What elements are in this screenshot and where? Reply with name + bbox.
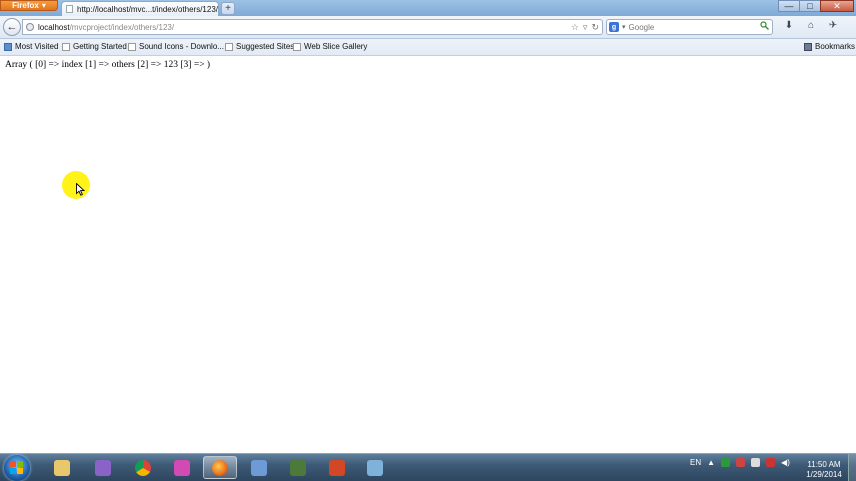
tab-title: http://localhost/mvc...t/index/others/12…	[77, 4, 218, 14]
bookmark-web-slice-gallery[interactable]: Web Slice Gallery	[293, 42, 367, 51]
bookmark-suggested-sites[interactable]: Suggested Sites	[225, 42, 294, 51]
language-indicator[interactable]: EN	[690, 458, 701, 467]
taskbar-app-virtualbox[interactable]	[242, 456, 276, 479]
bookmark-sound-icons[interactable]: Sound Icons - Downlo...	[128, 42, 224, 51]
bookmark-label: Getting Started	[73, 42, 127, 51]
url-actions: ☆ ▿ ↻	[571, 20, 599, 34]
navigation-tools: ⬇ ⌂ ✈	[782, 20, 840, 31]
search-box[interactable]: g ▾ Google	[606, 19, 773, 35]
page-icon	[128, 42, 136, 51]
address-bar[interactable]: localhost/mvcproject/index/others/123/ ☆…	[22, 19, 603, 35]
firefox-menu-button[interactable]: Firefox ▾	[0, 0, 58, 11]
browser-tab[interactable]: http://localhost/mvc...t/index/others/12…	[61, 1, 219, 16]
bookmark-label: Sound Icons - Downlo...	[139, 42, 224, 51]
mouse-pointer-icon	[76, 183, 85, 196]
taskbar-app-powerpoint[interactable]	[320, 456, 354, 479]
action-center-icon[interactable]	[751, 458, 761, 467]
bookmarks-icon	[804, 42, 812, 51]
bookmark-getting-started[interactable]: Getting Started	[62, 42, 127, 51]
download-icon[interactable]: ⬇	[782, 20, 796, 31]
page-content: Array ( [0] => index [1] => others [2] =…	[0, 56, 856, 453]
network-icon[interactable]	[736, 458, 746, 467]
minimize-button[interactable]: —	[778, 0, 800, 12]
search-icon[interactable]	[760, 21, 769, 32]
show-hidden-icons-icon[interactable]: ▲	[707, 458, 715, 467]
close-button[interactable]: ✕	[820, 0, 854, 12]
bookmark-label: Most Visited	[15, 42, 59, 51]
taskbar-app-explorer[interactable]	[45, 456, 79, 479]
history-dropdown-icon[interactable]: ▿	[583, 22, 588, 33]
firefox-icon	[212, 459, 228, 476]
bookmarks-toolbar: Most Visited Getting Started Sound Icons…	[0, 39, 856, 56]
clock[interactable]: 11:50 AM 1/29/2014	[802, 460, 846, 480]
bookmark-most-visited[interactable]: Most Visited	[4, 42, 58, 51]
array-output: Array ( [0] => index [1] => others [2] =…	[5, 60, 211, 70]
taskbar-app-firefox[interactable]	[203, 456, 237, 479]
page-icon	[62, 42, 70, 51]
taskbar-app-chrome[interactable]	[126, 456, 160, 479]
maximize-button[interactable]: □	[799, 0, 821, 12]
search-engine-dropdown-icon[interactable]: ▾	[622, 23, 626, 31]
minimize-icon: —	[784, 1, 794, 11]
tray-alert-icon[interactable]	[766, 458, 776, 467]
title-bar: Firefox ▾ http://localhost/mvc...t/index…	[0, 0, 856, 16]
close-icon: ✕	[833, 0, 841, 11]
volume-icon[interactable]: ◀)	[781, 458, 790, 467]
bookmark-label: Web Slice Gallery	[304, 42, 368, 51]
start-button[interactable]	[4, 455, 30, 481]
visual-studio-icon	[95, 459, 111, 476]
taskbar: EN ▲ ◀) 11:50 AM 1/29/2014	[0, 453, 856, 481]
explorer-icon	[54, 459, 70, 476]
chevron-down-icon: ▾	[41, 1, 46, 10]
plus-icon: +	[225, 2, 231, 14]
chrome-icon	[135, 459, 151, 476]
app-pink-icon	[174, 459, 190, 476]
bookmark-label: Suggested Sites	[236, 42, 295, 51]
taskbar-app-pink[interactable]	[165, 456, 199, 479]
clock-date: 1/29/2014	[806, 470, 842, 479]
bookmark-star-icon[interactable]: ☆	[571, 22, 579, 33]
bookmarks-menu-label: Bookmarks	[815, 42, 856, 51]
bookmarks-menu-button[interactable]: Bookmarks	[804, 42, 855, 51]
notepad-icon	[367, 459, 383, 476]
taskbar-app-visual-studio[interactable]	[86, 456, 120, 479]
clock-time: 11:50 AM	[807, 460, 841, 469]
site-identity-icon[interactable]	[26, 23, 34, 31]
powerpoint-icon	[329, 459, 345, 476]
page-icon	[293, 42, 301, 51]
show-desktop-button[interactable]	[848, 454, 856, 481]
page-icon	[225, 42, 233, 51]
url-path: /mvcproject/index/others/123/	[69, 22, 175, 32]
media-icon	[290, 459, 306, 476]
maximize-icon: □	[807, 1, 813, 11]
tray-app-icon[interactable]	[721, 458, 731, 467]
page-icon	[66, 5, 74, 13]
back-arrow-icon: ←	[6, 21, 18, 33]
navigation-bar: ← localhost/mvcproject/index/others/123/…	[0, 16, 856, 39]
home-icon[interactable]: ⌂	[804, 20, 818, 31]
firefox-menu-label: Firefox	[12, 1, 39, 10]
new-tab-button[interactable]: +	[221, 2, 235, 15]
virtualbox-icon	[251, 459, 267, 476]
search-input[interactable]: Google	[629, 23, 655, 32]
url-host: localhost	[38, 22, 70, 32]
taskbar-app-media[interactable]	[281, 456, 315, 479]
extension-icon[interactable]: ✈	[826, 20, 840, 31]
reload-icon[interactable]: ↻	[591, 22, 599, 33]
folder-icon	[4, 42, 12, 51]
system-tray: EN ▲ ◀)	[690, 458, 790, 467]
taskbar-app-notepad[interactable]	[358, 456, 392, 479]
windows-logo-icon	[10, 461, 23, 474]
back-button[interactable]: ←	[3, 18, 21, 36]
google-icon[interactable]: g	[609, 22, 619, 32]
window-controls: — □ ✕	[778, 0, 854, 12]
